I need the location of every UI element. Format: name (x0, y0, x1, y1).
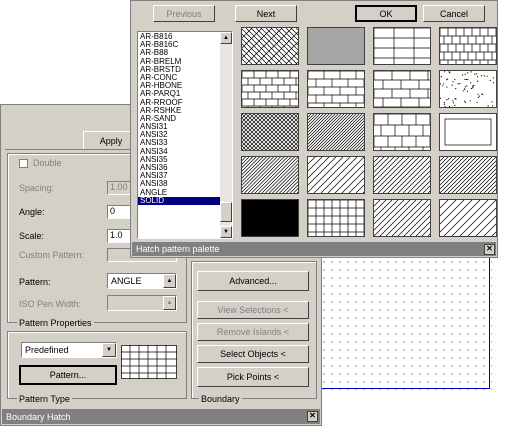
palette-titlebar[interactable]: Hatch pattern palette (132, 242, 496, 256)
hatch-swatch-diagonal-sparse[interactable] (373, 156, 431, 194)
hatch-swatch-crosshatch-fine[interactable] (241, 113, 299, 151)
hatch-swatch-graphic (374, 157, 430, 193)
hatch-swatch-sand[interactable] (439, 70, 497, 108)
hatch-swatch-graphic (444, 118, 492, 146)
boundary-group-label: Boundary (199, 394, 242, 404)
hatch-swatch-diagonal-light[interactable] (373, 199, 431, 237)
list-scrollbar[interactable]: ▲ ▼ (220, 32, 232, 238)
previous-button[interactable]: Previous (153, 5, 215, 22)
hatch-swatch-graphic (308, 157, 364, 193)
hatch-swatch-diagonal-fine[interactable] (439, 156, 497, 194)
hatch-swatch-bricks-running[interactable] (307, 70, 365, 108)
boundary-hatch-titlebar[interactable]: Boundary Hatch (2, 409, 320, 424)
hatch-swatch-graphic (440, 28, 496, 64)
hatch-swatch-diagonal[interactable] (241, 156, 299, 194)
select-objects-button[interactable]: Select Objects < (197, 345, 309, 363)
advanced-button[interactable]: Advanced... (197, 271, 309, 291)
hatch-swatch-graphic (242, 114, 298, 150)
hatch-swatch-graphic (308, 28, 364, 64)
pattern-list-items: AR-B816 AR-B816C AR-B88 AR-BRELM AR-BRSTD AR-… (138, 32, 220, 205)
hatch-swatch-bricks-stacked[interactable] (373, 27, 431, 65)
hatch-swatch-herringbone[interactable] (241, 27, 299, 65)
hatch-swatch-graphic (308, 200, 364, 236)
hatch-swatch-parquet[interactable] (307, 27, 365, 65)
hatch-swatch-graphic (440, 200, 496, 236)
pick-points-button[interactable]: Pick Points < (197, 367, 309, 387)
ok-button[interactable]: OK (355, 5, 417, 22)
hatch-swatch-shingle[interactable] (439, 27, 497, 65)
palette-title: Hatch pattern palette (136, 244, 220, 254)
hatch-swatch-graphic (242, 71, 298, 107)
boundary-close-icon[interactable]: ✕ (307, 411, 318, 422)
scroll-thumb[interactable] (220, 202, 232, 222)
hatch-swatch-graphic (374, 71, 430, 107)
hatch-swatch-grid[interactable] (307, 199, 365, 237)
hatch-swatch-graphic (308, 71, 364, 107)
next-button[interactable]: Next (235, 5, 297, 22)
hatch-pattern-palette: Previous Next OK Cancel AR-B816 AR-B816C A… (130, 0, 498, 258)
hatch-swatch-hatch-dense[interactable] (307, 113, 365, 151)
hatch-swatch-diagonal-wide[interactable] (307, 156, 365, 194)
pattern-preview (121, 345, 177, 379)
pattern-type-arrow-icon[interactable]: ▼ (102, 343, 116, 357)
hatch-swatch-graphic (308, 114, 364, 150)
hatch-swatch-graphic (374, 114, 430, 150)
remove-islands-button[interactable]: Remove Islands < (197, 323, 309, 341)
hatch-swatch-rect-outline[interactable] (439, 113, 497, 151)
hatch-swatch-diagonal-lines[interactable] (439, 199, 497, 237)
palette-close-icon[interactable]: ✕ (484, 244, 495, 255)
hatch-swatch-graphic (374, 28, 430, 64)
hatch-swatch-graphic (242, 28, 298, 64)
hatch-swatch-bricks[interactable] (241, 70, 299, 108)
view-selections-button[interactable]: View Selections < (197, 301, 309, 319)
pattern-properties-label: Pattern Properties (17, 318, 94, 328)
pattern-type-label: Pattern Type (17, 394, 72, 404)
cancel-button[interactable]: Cancel (423, 5, 485, 22)
hatch-swatch-blocks[interactable] (373, 113, 431, 151)
scroll-up-icon[interactable]: ▲ (220, 32, 232, 44)
scroll-down-icon[interactable]: ▼ (220, 226, 232, 238)
pattern-button[interactable]: Pattern... (19, 365, 117, 385)
drawing-boundary-line (312, 258, 490, 389)
pattern-list-item[interactable]: SOLID (138, 196, 220, 205)
hatch-swatch-graphic (242, 157, 298, 193)
hatch-swatch-bricks-english[interactable] (373, 70, 431, 108)
pattern-list[interactable]: AR-B816 AR-B816C AR-B88 AR-BRELM AR-BRSTD AR-… (137, 31, 233, 239)
hatch-swatch-graphic (242, 200, 298, 236)
hatch-swatch-graphic (440, 71, 495, 107)
hatch-swatch-graphic (440, 157, 496, 193)
boundary-hatch-title: Boundary Hatch (6, 411, 71, 422)
hatch-swatch-solid[interactable] (241, 199, 299, 237)
hatch-swatch-graphic (374, 200, 430, 236)
